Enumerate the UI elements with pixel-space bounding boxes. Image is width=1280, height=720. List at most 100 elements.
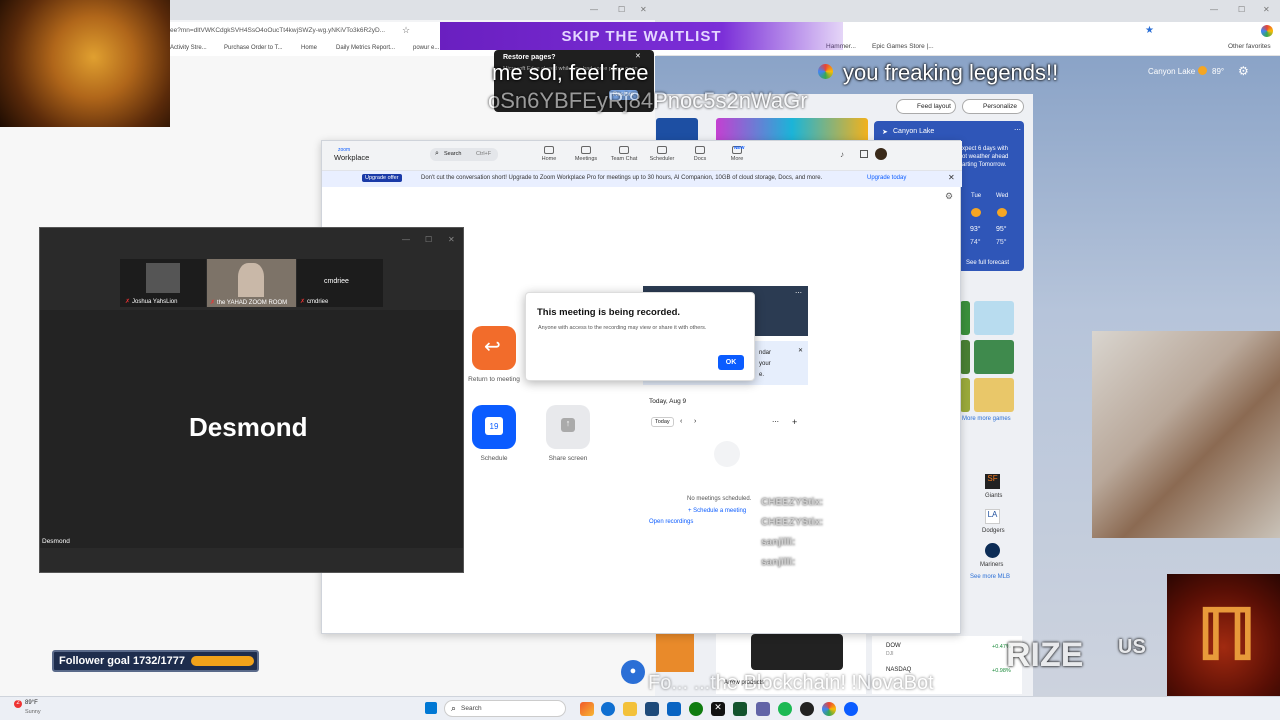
participant-tile[interactable]: cmdriee ✗ cmdriee — [297, 259, 383, 307]
ok-button[interactable]: OK — [718, 355, 744, 370]
muted-mic-icon: ✗ — [125, 299, 131, 305]
game-tile[interactable] — [960, 340, 970, 374]
share-screen-button[interactable]: ↑ — [546, 405, 590, 449]
avatar[interactable] — [875, 148, 887, 160]
xbox-icon[interactable] — [689, 702, 703, 716]
maximize-icon[interactable]: ☐ — [425, 235, 432, 244]
taskbar-app-icon[interactable] — [733, 702, 747, 716]
see-more-mlb-link[interactable]: See more MLB — [970, 574, 1010, 580]
teams-icon[interactable] — [756, 702, 770, 716]
obs-icon[interactable] — [800, 702, 814, 716]
participant-video — [238, 263, 264, 297]
minimize-icon[interactable]: — — [1210, 5, 1218, 14]
bookmark-item[interactable]: Activity Stre... — [170, 45, 207, 51]
chat-user: CHEEZYStix: — [761, 497, 824, 508]
game-tile[interactable] — [974, 301, 1014, 335]
close-icon[interactable]: ✕ — [640, 5, 647, 14]
settings-gear-icon[interactable]: ⚙ — [945, 191, 953, 202]
feed-layout-button[interactable]: Feed layout — [896, 99, 956, 114]
taskbar-search-input[interactable]: ⌕ Search — [444, 700, 566, 717]
upgrade-banner: Upgrade offer Don't cut the conversation… — [322, 171, 962, 187]
stock-sub: DJI — [886, 651, 894, 657]
edge-icon[interactable] — [601, 702, 615, 716]
weather-text-line: ot weather ahead — [962, 154, 1009, 160]
participant-tile[interactable]: ✗ the YAHAD ZOOM ROOM — [207, 259, 296, 307]
more-options-icon[interactable]: ⋯ — [772, 418, 779, 426]
open-recordings-link[interactable]: Open recordings — [649, 519, 693, 525]
chat-bubble-icon[interactable]: ● — [621, 660, 645, 684]
chrome-icon[interactable] — [822, 702, 836, 716]
copilot-icon[interactable] — [1261, 25, 1273, 37]
schedule-meeting-link[interactable]: + Schedule a meeting — [688, 508, 746, 514]
nav-meetings[interactable]: Meetings — [569, 146, 603, 162]
settings-gear-icon[interactable]: ⚙ — [1238, 64, 1249, 78]
close-icon[interactable]: ✕ — [1263, 5, 1270, 14]
zoom-icon[interactable] — [844, 702, 858, 716]
spotify-icon[interactable] — [778, 702, 792, 716]
game-tile[interactable] — [974, 340, 1014, 374]
window-icon[interactable] — [860, 150, 868, 158]
close-icon[interactable]: ✕ — [948, 173, 955, 182]
taskbar-app-icon[interactable] — [645, 702, 659, 716]
participant-name: the YAHAD ZOOM ROOM — [217, 300, 288, 306]
bell-icon[interactable]: ♪ — [840, 150, 844, 159]
bookmark-item[interactable]: Home — [301, 45, 317, 51]
minimize-icon[interactable]: — — [402, 235, 410, 244]
upgrade-offer-badge: Upgrade offer — [362, 174, 402, 182]
participant-tile[interactable]: ✗ Joshua YahsLion — [120, 259, 206, 307]
bookmark-item[interactable]: Daily Metrics Report... — [336, 45, 395, 51]
x-icon[interactable]: ✕ — [711, 702, 725, 716]
date-label[interactable]: Today, Aug 9 — [649, 398, 686, 405]
nav-team-chat[interactable]: Team Chat — [607, 146, 641, 162]
overlay-line: me sol, feel free — [492, 60, 649, 85]
outlook-icon[interactable] — [667, 702, 681, 716]
follower-goal-widget: Follower goal 1732/1777 — [52, 650, 259, 672]
more-options-icon[interactable]: ⋯ — [1014, 126, 1021, 134]
close-icon[interactable]: ✕ — [635, 52, 641, 60]
share-icon: ↑ — [561, 418, 575, 432]
zoom-search-input[interactable]: ⌕ Search Ctrl+F — [430, 148, 498, 161]
more-games-link[interactable]: More more games — [962, 416, 1011, 422]
full-forecast-link[interactable]: See full forecast — [966, 260, 1009, 266]
star-icon[interactable]: ★ — [1145, 25, 1154, 36]
bookmark-item[interactable]: Purchase Order to T... — [224, 45, 283, 51]
nav-docs[interactable]: Docs — [683, 146, 717, 162]
minimize-icon[interactable]: — — [590, 5, 598, 14]
recording-body: Anyone with access to the recording may … — [538, 325, 707, 331]
file-explorer-icon[interactable] — [623, 702, 637, 716]
close-icon[interactable]: ✕ — [798, 347, 803, 354]
windows-start-icon[interactable] — [425, 702, 437, 714]
game-tile[interactable] — [960, 301, 970, 335]
prev-icon[interactable]: ‹ — [680, 418, 682, 425]
schedule-button[interactable]: 19 — [472, 405, 516, 449]
next-icon[interactable]: › — [694, 418, 696, 425]
today-button[interactable]: Today — [651, 417, 674, 427]
logo-glyph-icon: ℿ — [1197, 596, 1257, 674]
nav-label: Meetings — [574, 156, 598, 162]
personalize-button[interactable]: Personalize — [962, 99, 1024, 114]
nav-home[interactable]: Home — [532, 146, 566, 162]
return-to-meeting-button[interactable]: ↩ — [472, 326, 516, 370]
maximize-icon[interactable]: ☐ — [1238, 5, 1245, 14]
add-icon[interactable]: + — [792, 417, 797, 427]
nav-scheduler[interactable]: Scheduler — [645, 146, 679, 162]
game-tile[interactable] — [960, 378, 970, 412]
nav-label: More — [730, 156, 744, 162]
more-options-icon[interactable]: ⋯ — [795, 289, 802, 297]
star-icon[interactable]: ☆ — [402, 25, 410, 36]
map-card[interactable] — [656, 632, 694, 672]
document-icon — [695, 146, 705, 154]
forecast-day: Wed — [996, 193, 1009, 199]
maximize-icon[interactable]: ☐ — [618, 5, 625, 14]
skip-waitlist-banner[interactable]: SKIP THE WAITLIST — [440, 22, 843, 50]
bookmark-item[interactable]: powur e... — [413, 45, 439, 51]
overlay-line: you freaking legends!! — [843, 60, 1059, 85]
taskbar-app-icon[interactable] — [580, 702, 594, 716]
bookmark-item[interactable]: Epic Games Store |... — [872, 43, 934, 50]
close-icon[interactable]: ✕ — [448, 235, 455, 244]
bookmark-item[interactable]: Other favorites — [1228, 43, 1271, 50]
calendar-icon: 19 — [485, 417, 503, 435]
taskbar-temp: 89°F — [25, 700, 38, 706]
game-tile[interactable] — [974, 378, 1014, 412]
upgrade-link[interactable]: Upgrade today — [867, 175, 906, 181]
